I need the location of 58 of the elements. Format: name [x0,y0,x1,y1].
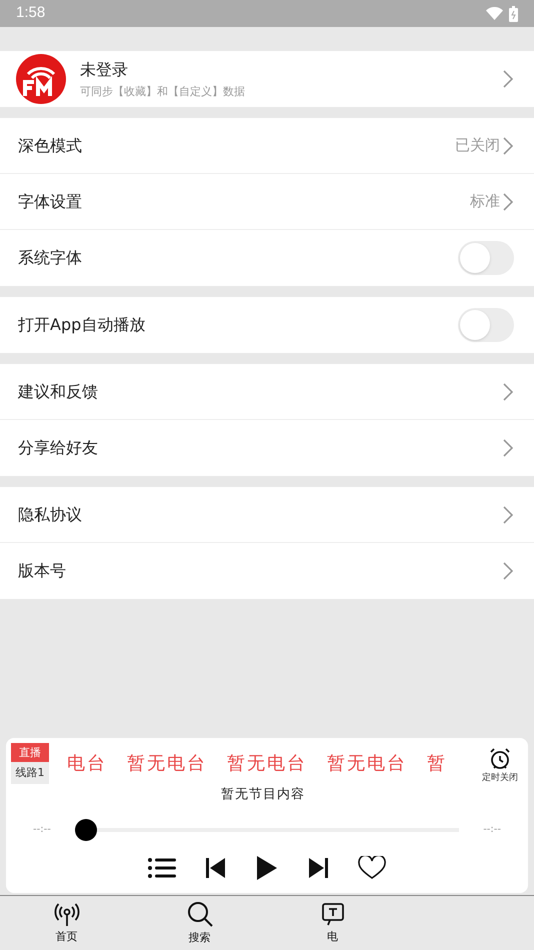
wifi-icon [486,7,503,20]
chevron-right-icon [502,561,514,581]
alarm-clock-icon [488,747,512,771]
row-label: 深色模式 [18,134,83,156]
row-label: 隐私协议 [18,504,83,526]
profile-row[interactable]: 未登录 可同步【收藏】和【自定义】数据 [0,51,534,107]
toggle-switch[interactable] [458,241,514,275]
row-value: 标准 [470,191,500,212]
progress-thumb[interactable] [75,818,97,840]
previous-icon[interactable] [206,856,226,878]
row-value: 已关闭 [455,135,500,156]
nav-tab[interactable]: 搜索 [133,896,266,950]
program-text: 暂无节目内容 [221,786,305,804]
chevron-right-icon [502,504,514,524]
settings-row[interactable]: 分享给好友 [0,420,534,476]
row-label: 打开App自动播放 [18,314,146,336]
profile-subtitle: 可同步【收藏】和【自定义】数据 [80,84,246,100]
play-icon[interactable] [256,854,278,880]
row-label: 字体设置 [18,190,83,212]
station-title: 暂无电台 [227,752,307,776]
playlist-icon[interactable] [148,858,176,878]
settings-row[interactable]: 版本号 [0,543,534,599]
row-label: 版本号 [18,560,67,582]
settings-row[interactable]: 隐私协议 [0,487,534,543]
station-title: 暂 [427,752,447,776]
status-time: 1:58 [16,3,46,24]
settings-row[interactable]: 打开App自动播放 [0,297,534,353]
chevron-right-icon [502,438,514,458]
row-label: 系统字体 [18,247,83,269]
row-label: 建议和反馈 [18,380,99,402]
total-time: --:-- [482,823,501,837]
station-title: 暂无电台 [127,752,207,776]
settings-row[interactable]: 深色模式 已关闭 [0,118,534,174]
app-logo [16,54,66,104]
station-title: 电台 [67,752,107,776]
antenna-icon [52,900,80,927]
profile-name: 未登录 [80,58,129,81]
station-title: 暂无电台 [327,752,407,776]
heart-icon[interactable] [358,856,386,880]
tv-icon [320,900,344,927]
chevron-right-icon [502,382,514,402]
nav-tab[interactable]: 电 [266,896,399,950]
nav-tab[interactable]: 首页 [0,896,133,950]
line-badge[interactable]: 线路1 [11,762,49,784]
settings-row[interactable]: 建议和反馈 [0,364,534,420]
toggle-switch[interactable] [458,308,514,342]
elapsed-time: --:-- [33,823,52,837]
search-icon [186,900,214,928]
battery-icon [509,6,518,22]
settings-row[interactable]: 字体设置 标准 [0,174,534,230]
next-icon[interactable] [308,856,328,878]
sleep-timer-button[interactable]: 定时关闭 [477,743,523,786]
live-badge: 直播 [11,743,49,762]
chevron-right-icon [502,136,514,156]
chevron-right-icon [502,192,514,212]
chevron-right-icon [502,69,514,89]
settings-row[interactable]: 系统字体 [0,230,534,286]
row-label: 分享给好友 [18,437,99,459]
